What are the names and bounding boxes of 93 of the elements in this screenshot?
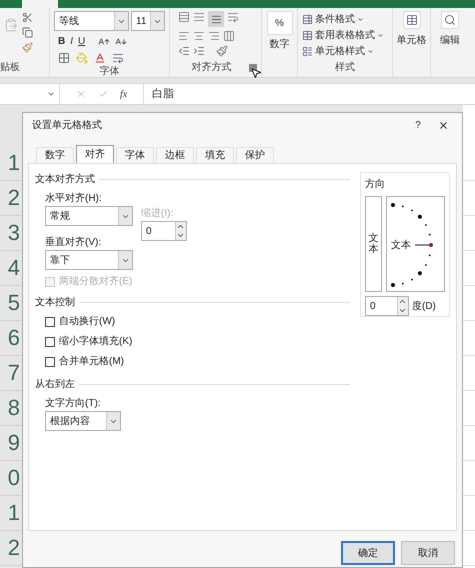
text-direction-select[interactable]: 根据内容 <box>45 411 121 431</box>
fill-color-icon[interactable] <box>76 52 88 64</box>
section-title: 文本控制 <box>35 296 75 310</box>
checkbox-label: 合并单元格(M) <box>59 354 124 369</box>
insert-function-button[interactable]: fx <box>120 86 128 102</box>
dialog-tab[interactable]: 对齐 <box>76 145 114 163</box>
align-right-icon[interactable] <box>208 30 220 42</box>
group-label: 样式 <box>334 60 356 75</box>
checkbox[interactable] <box>45 356 55 366</box>
dialog-title: 设置单元格格式 <box>31 118 103 132</box>
help-button[interactable]: ? <box>406 118 430 132</box>
group-label: 字体 <box>98 64 120 79</box>
checkbox[interactable] <box>45 336 55 346</box>
scissors-icon[interactable] <box>22 12 33 23</box>
dialog-tab[interactable]: 填充 <box>196 147 234 163</box>
field-label: 垂直对齐(V): <box>45 236 102 250</box>
row-header: 1 <box>8 502 21 524</box>
vertical-align-select[interactable]: 靠下 <box>45 250 133 270</box>
paintbrush-icon[interactable] <box>22 42 33 53</box>
row-header: 7 <box>8 362 21 384</box>
row-header: 5 <box>8 292 21 314</box>
horizontal-align-select[interactable]: 常规 <box>45 206 133 226</box>
section-title: 方向 <box>365 178 386 192</box>
format-button[interactable]: B <box>58 34 66 49</box>
caret-icon <box>367 48 374 54</box>
align-middle-icon[interactable] <box>193 11 205 23</box>
row-header: 0 <box>8 467 21 489</box>
format-button[interactable]: I <box>70 34 74 49</box>
edit-button[interactable]: 编辑 <box>440 29 460 48</box>
close-icon[interactable] <box>438 120 449 130</box>
checkbox-label: 缩小字体填充(K) <box>59 334 132 349</box>
formula-field[interactable]: 白脂 <box>143 84 475 104</box>
dialog-button[interactable]: 取消 <box>401 541 455 565</box>
group-label: 对齐方式 <box>190 60 232 75</box>
indent-spinner[interactable]: 0 <box>141 221 187 241</box>
percent-icon[interactable]: % <box>266 11 292 35</box>
font-color-icon[interactable] <box>94 52 106 64</box>
vertical-text-button[interactable]: 文本 <box>365 196 382 292</box>
dialog-tab[interactable]: 数字 <box>36 147 74 163</box>
caret-icon <box>357 16 364 22</box>
style-icon[interactable] <box>302 30 313 40</box>
orientation-dial[interactable]: 文本 <box>386 196 445 292</box>
group-label: 贴板 <box>0 60 21 75</box>
font-size-select[interactable]: 11 <box>131 11 165 31</box>
dialog-tab[interactable]: 字体 <box>116 147 154 163</box>
degrees-spinner[interactable]: 0 <box>365 296 409 316</box>
caret-icon <box>47 90 55 98</box>
style-button[interactable]: 套用表格格式 <box>315 28 375 42</box>
checkbox[interactable] <box>45 316 55 326</box>
row-header: 8 <box>8 397 21 419</box>
merge-icon[interactable] <box>223 30 235 42</box>
cells-icon[interactable] <box>402 11 420 29</box>
style-icon[interactable] <box>302 14 313 24</box>
style-button[interactable]: 条件格式 <box>315 12 355 26</box>
field-label: 缩进(I): <box>141 206 174 221</box>
section-title: 从右到左 <box>35 378 75 392</box>
number-format-button[interactable]: 数字 <box>270 35 290 52</box>
row-header: 3 <box>8 222 21 244</box>
row-header: 9 <box>8 432 21 454</box>
grow-font-icon[interactable] <box>98 36 110 48</box>
cells-button[interactable]: 单元格 <box>396 29 426 48</box>
border-icon[interactable] <box>58 52 70 64</box>
dialog-tab[interactable]: 保护 <box>236 147 274 163</box>
field-label: 文字方向(T): <box>45 396 102 411</box>
align-bottom-button[interactable] <box>208 11 224 27</box>
font-name-select[interactable]: 等线 <box>54 11 129 31</box>
indent-decrease-icon[interactable] <box>178 45 190 57</box>
field-label: 度(D) <box>412 300 436 314</box>
format-button[interactable]: U <box>78 34 86 49</box>
style-button[interactable]: 单元格样式 <box>315 44 365 58</box>
style-icon[interactable] <box>302 46 313 56</box>
copy-icon[interactable] <box>22 27 33 38</box>
row-header: 4 <box>8 257 21 279</box>
align-top-icon[interactable] <box>178 11 190 23</box>
field-label: 水平对齐(H): <box>45 192 103 206</box>
indent-increase-icon[interactable] <box>193 45 205 57</box>
row-header: 2 <box>8 537 21 559</box>
caret-icon <box>377 32 384 38</box>
align-left-icon[interactable] <box>178 30 190 42</box>
align-bottom-icon <box>210 14 222 24</box>
row-header: 6 <box>8 327 21 349</box>
checkbox-label: 两端分散对齐(E) <box>59 274 132 289</box>
wrap-text-icon[interactable] <box>227 11 239 23</box>
section-title: 文本对齐方式 <box>35 172 95 187</box>
dial-text: 文本 <box>391 238 411 253</box>
shrink-font-icon[interactable] <box>115 36 128 48</box>
align-center-icon[interactable] <box>193 30 205 42</box>
dialog-tab[interactable]: 边框 <box>156 147 194 163</box>
search-icon[interactable] <box>441 11 459 29</box>
row-header: 1 <box>8 152 21 174</box>
row-header: 2 <box>8 187 21 209</box>
dialog-button[interactable]: 确定 <box>341 541 395 565</box>
checkbox-label: 自动换行(W) <box>59 315 116 329</box>
